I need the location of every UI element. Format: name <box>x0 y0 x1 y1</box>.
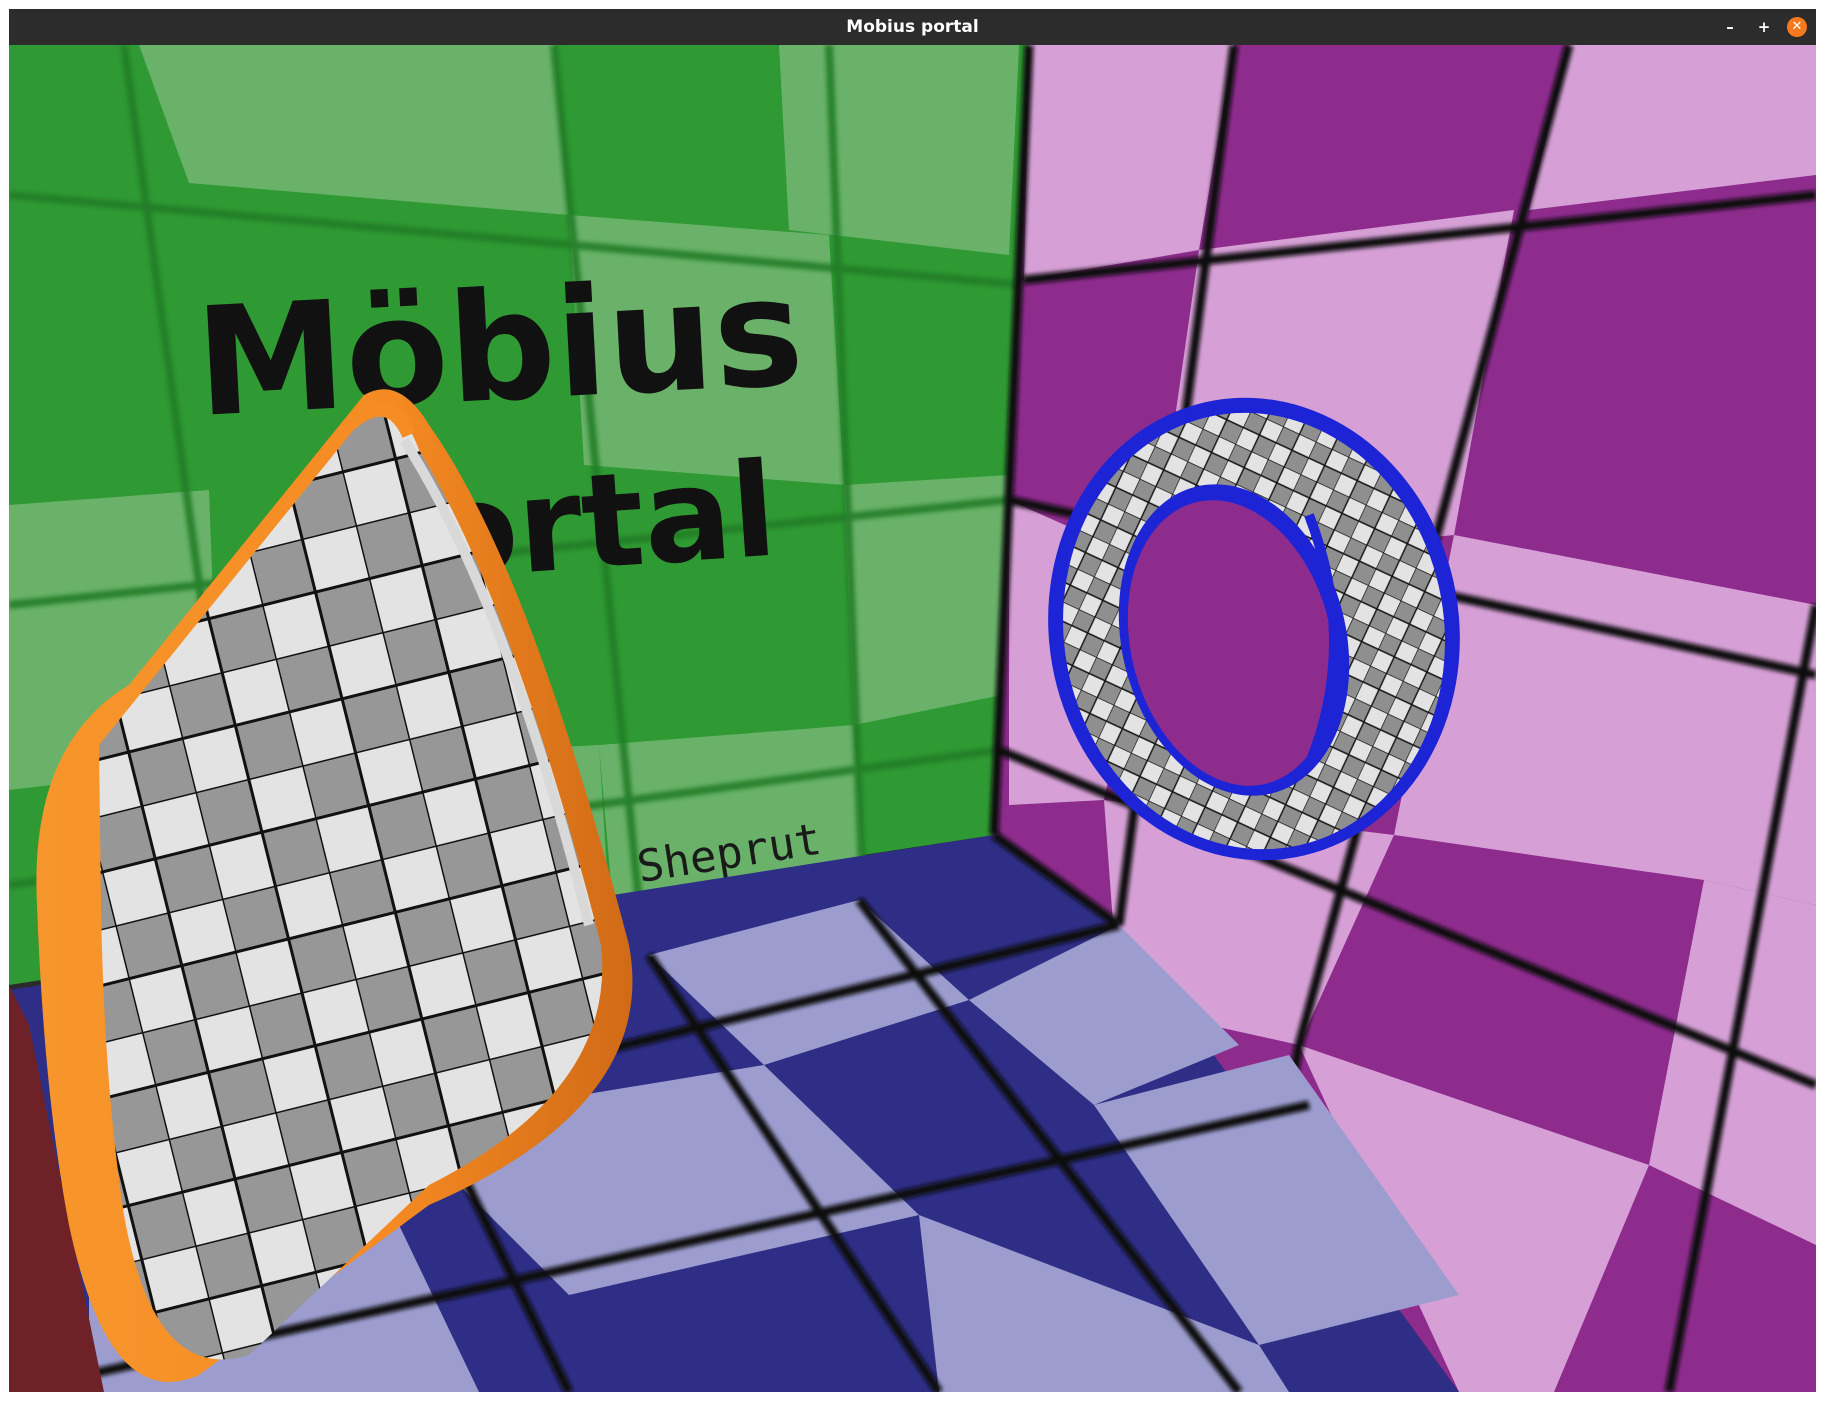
maximize-button[interactable]: + <box>1754 17 1774 37</box>
app-window: Mobius portal – + ✕ Möbius portal Ilya S… <box>9 9 1816 1392</box>
window-title: Mobius portal <box>846 17 979 37</box>
render-viewport[interactable]: Möbius portal Ilya Sheprut optozorax_dev <box>9 45 1816 1392</box>
wall-title-line1: Möbius <box>192 245 807 451</box>
scene-canvas[interactable]: Möbius portal Ilya Sheprut optozorax_dev <box>9 45 1816 1392</box>
close-button[interactable]: ✕ <box>1787 17 1807 37</box>
title-bar[interactable]: Mobius portal – + ✕ <box>9 9 1816 45</box>
minimize-button[interactable]: – <box>1720 17 1740 37</box>
